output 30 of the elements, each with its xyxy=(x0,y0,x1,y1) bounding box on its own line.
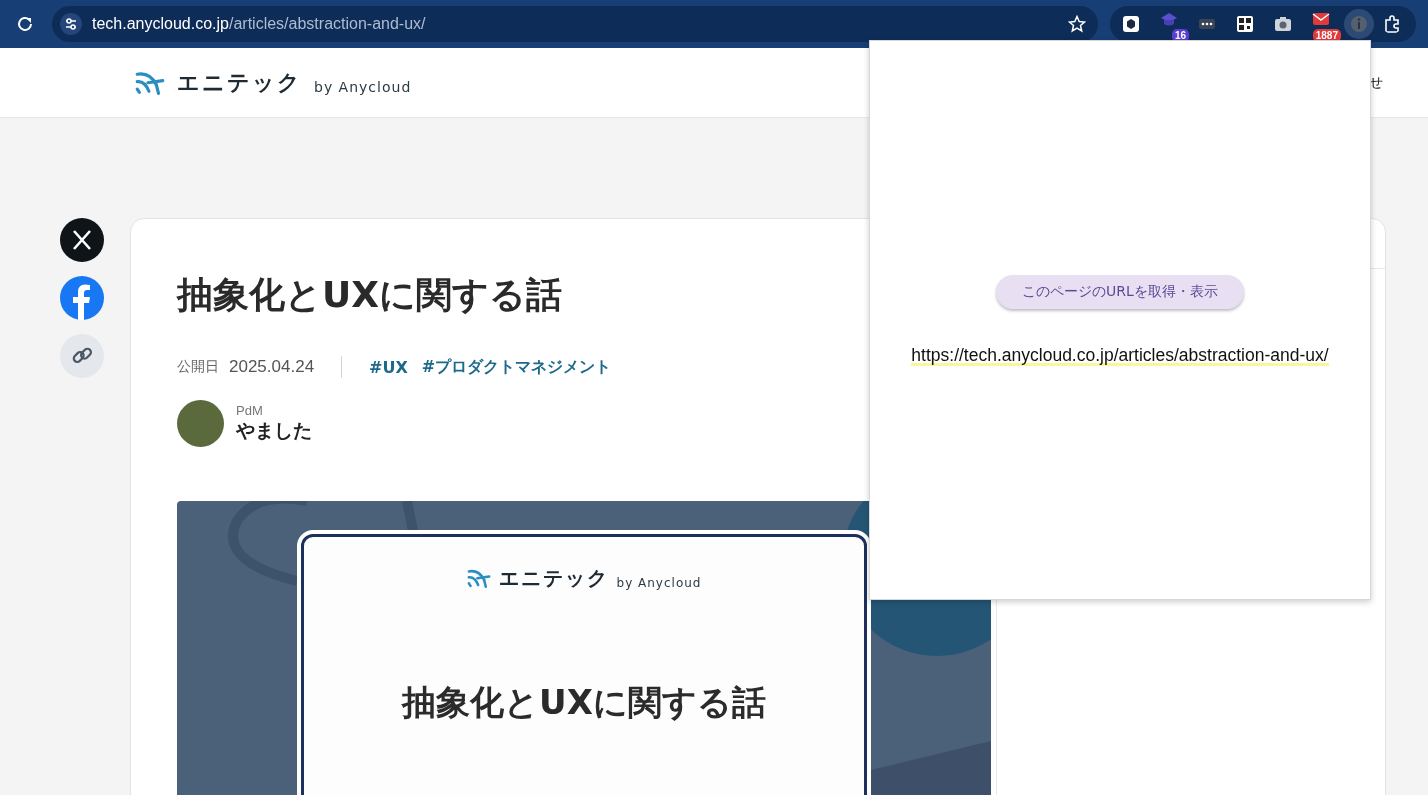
hero-title: 抽象化とUXに関する話 xyxy=(402,681,766,724)
nav-link[interactable]: せ xyxy=(1369,73,1383,92)
url-text: tech.anycloud.co.jp/articles/abstraction-and-ux/ xyxy=(92,15,427,33)
date-label: 公開日 xyxy=(177,358,219,376)
hero-logo-text: エニテック xyxy=(498,565,609,592)
logo-subtitle[interactable]: by Anycloud xyxy=(314,78,412,95)
hero-logo-subtitle: by Anycloud xyxy=(616,575,702,590)
address-bar[interactable]: tech.anycloud.co.jp/articles/abstraction-and-ux/ xyxy=(52,6,1098,42)
link-icon[interactable] xyxy=(60,334,104,378)
puzzle-icon[interactable] xyxy=(1382,14,1402,34)
info-icon xyxy=(1349,14,1369,34)
get-url-button[interactable]: このページのURLを取得・表示 xyxy=(996,275,1244,309)
tag-link[interactable]: #プロダクトマネジメント xyxy=(421,356,612,378)
publish-date: 2025.04.24 xyxy=(229,357,315,377)
logo-icon xyxy=(135,69,165,96)
article-title: 抽象化とUXに関する話 xyxy=(177,273,563,317)
author-role: PdM xyxy=(236,403,264,418)
bookmark-star-icon[interactable] xyxy=(1068,15,1086,33)
tag-link[interactable]: #UX xyxy=(369,357,408,377)
x-logo-icon[interactable] xyxy=(60,218,104,262)
site-settings-icon[interactable] xyxy=(60,13,82,35)
author-name: やました xyxy=(236,418,312,443)
camera-icon xyxy=(1273,14,1293,34)
logo-icon xyxy=(466,568,491,589)
avatar xyxy=(177,400,224,447)
qr-code-icon xyxy=(1235,14,1255,34)
facebook-icon[interactable] xyxy=(60,276,104,320)
reload-icon[interactable] xyxy=(16,15,34,33)
logo-text[interactable]: エニテック xyxy=(177,67,302,98)
page-url-text: https://tech.anycloud.co.jp/articles/abstraction-and-ux/ xyxy=(911,345,1329,366)
